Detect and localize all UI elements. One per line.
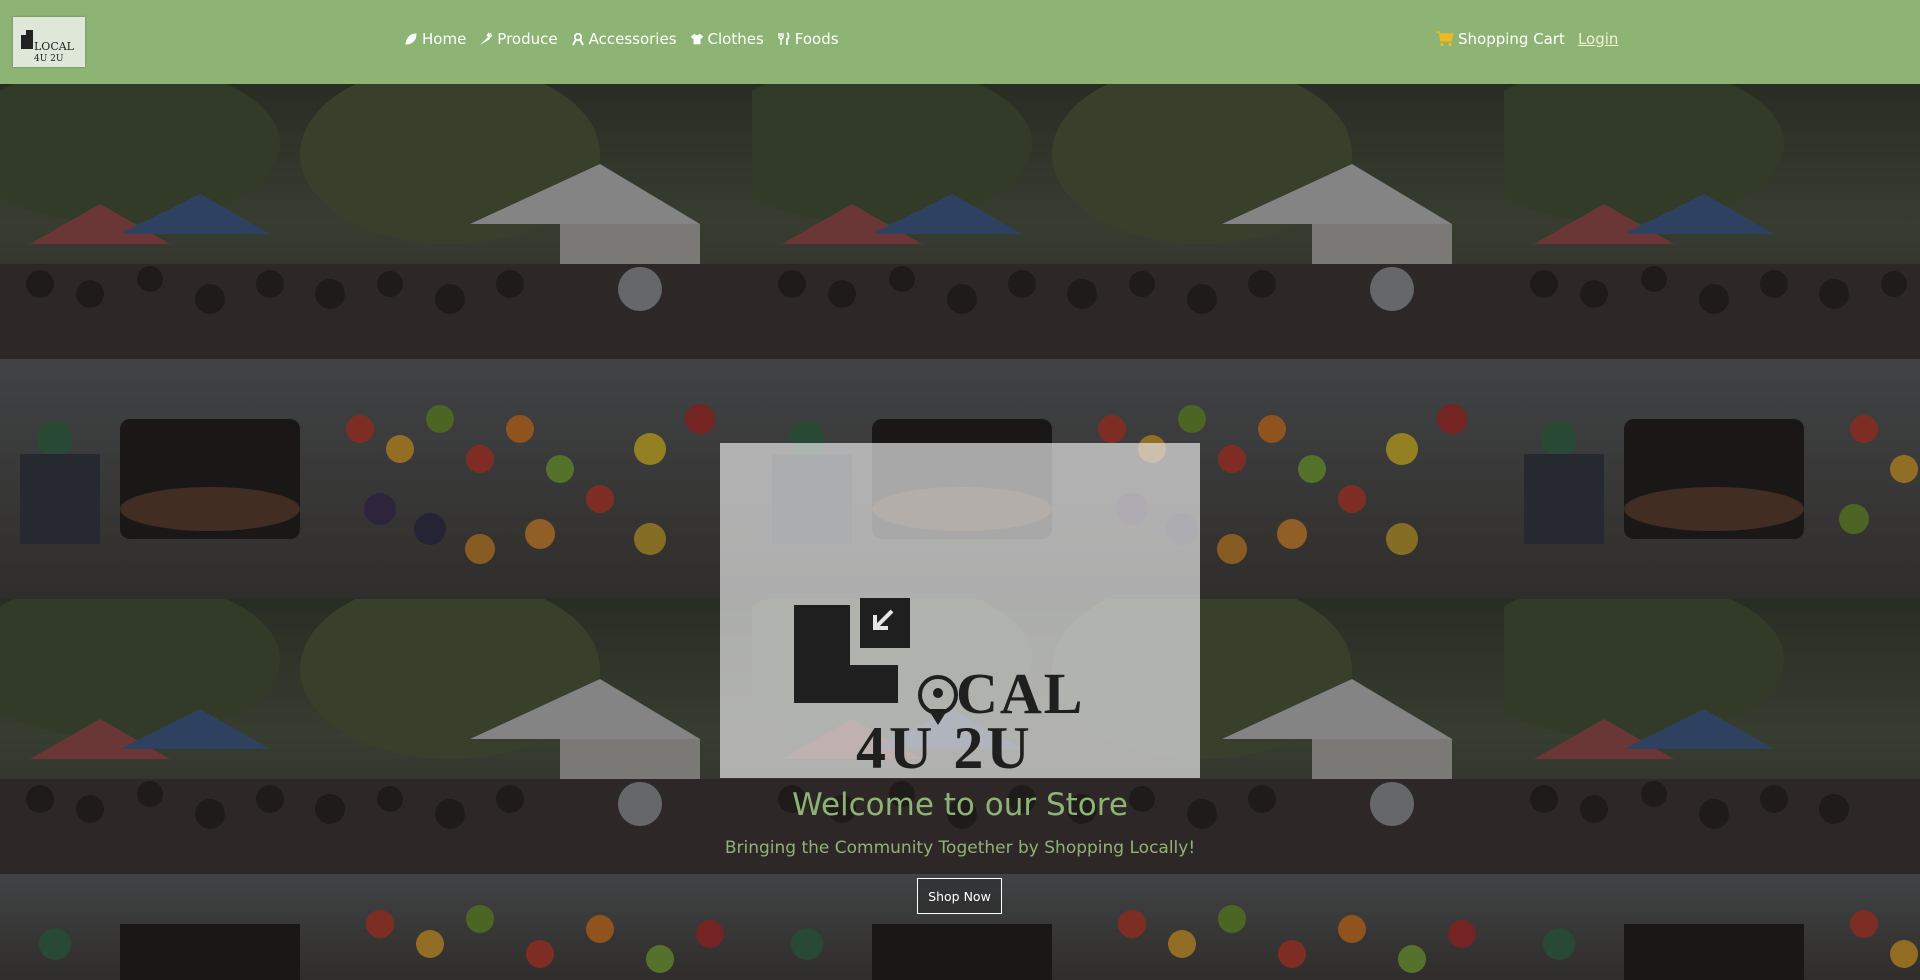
svg-text:4U 2U: 4U 2U bbox=[34, 54, 64, 64]
hero-subtitle: Bringing the Community Together by Shopp… bbox=[724, 838, 1196, 858]
nav-clothes-label: Clothes bbox=[707, 30, 764, 48]
shopping-cart-label: Shopping Cart bbox=[1458, 30, 1565, 48]
nav-home-link[interactable]: Home bbox=[404, 30, 466, 48]
nav-foods-link[interactable]: Foods bbox=[777, 30, 839, 48]
shopping-cart-link[interactable]: Shopping Cart bbox=[1436, 30, 1565, 48]
shirt-icon bbox=[690, 33, 703, 45]
leaf-icon bbox=[405, 33, 417, 45]
nav-clothes-link[interactable]: Clothes bbox=[690, 30, 764, 48]
navbar: LOCAL 4U 2U Home Produce Accessories Clo… bbox=[0, 0, 1920, 84]
carrot-icon bbox=[480, 32, 493, 45]
nav-produce-link[interactable]: Produce bbox=[479, 30, 558, 48]
nav-right: Shopping Cart Login bbox=[1436, 30, 1618, 48]
nav-foods-label: Foods bbox=[794, 30, 839, 48]
utensils-icon bbox=[778, 32, 790, 45]
nav-accessories-link[interactable]: Accessories bbox=[571, 30, 677, 48]
logo-text: LOCAL bbox=[34, 40, 75, 53]
hero-title: Welcome to our Store bbox=[792, 787, 1128, 823]
nav-home-label: Home bbox=[422, 30, 467, 48]
nav-accessories-label: Accessories bbox=[588, 30, 677, 48]
ribbon-icon bbox=[571, 32, 584, 46]
nav-links: Home Produce Accessories Clothes Foods bbox=[404, 30, 839, 48]
shop-now-button[interactable]: Shop Now bbox=[917, 878, 1002, 914]
login-link[interactable]: Login bbox=[1578, 30, 1618, 48]
hero-logo: CAL 4U 2U bbox=[720, 443, 1200, 778]
hero-logo-subtext: 4U 2U bbox=[856, 715, 1033, 778]
nav-produce-label: Produce bbox=[497, 30, 558, 48]
page: LOCAL 4U 2U Home Produce Accessories Clo… bbox=[0, 0, 1920, 980]
shopping-cart-icon bbox=[1436, 31, 1454, 47]
site-logo[interactable]: LOCAL 4U 2U bbox=[13, 17, 85, 67]
